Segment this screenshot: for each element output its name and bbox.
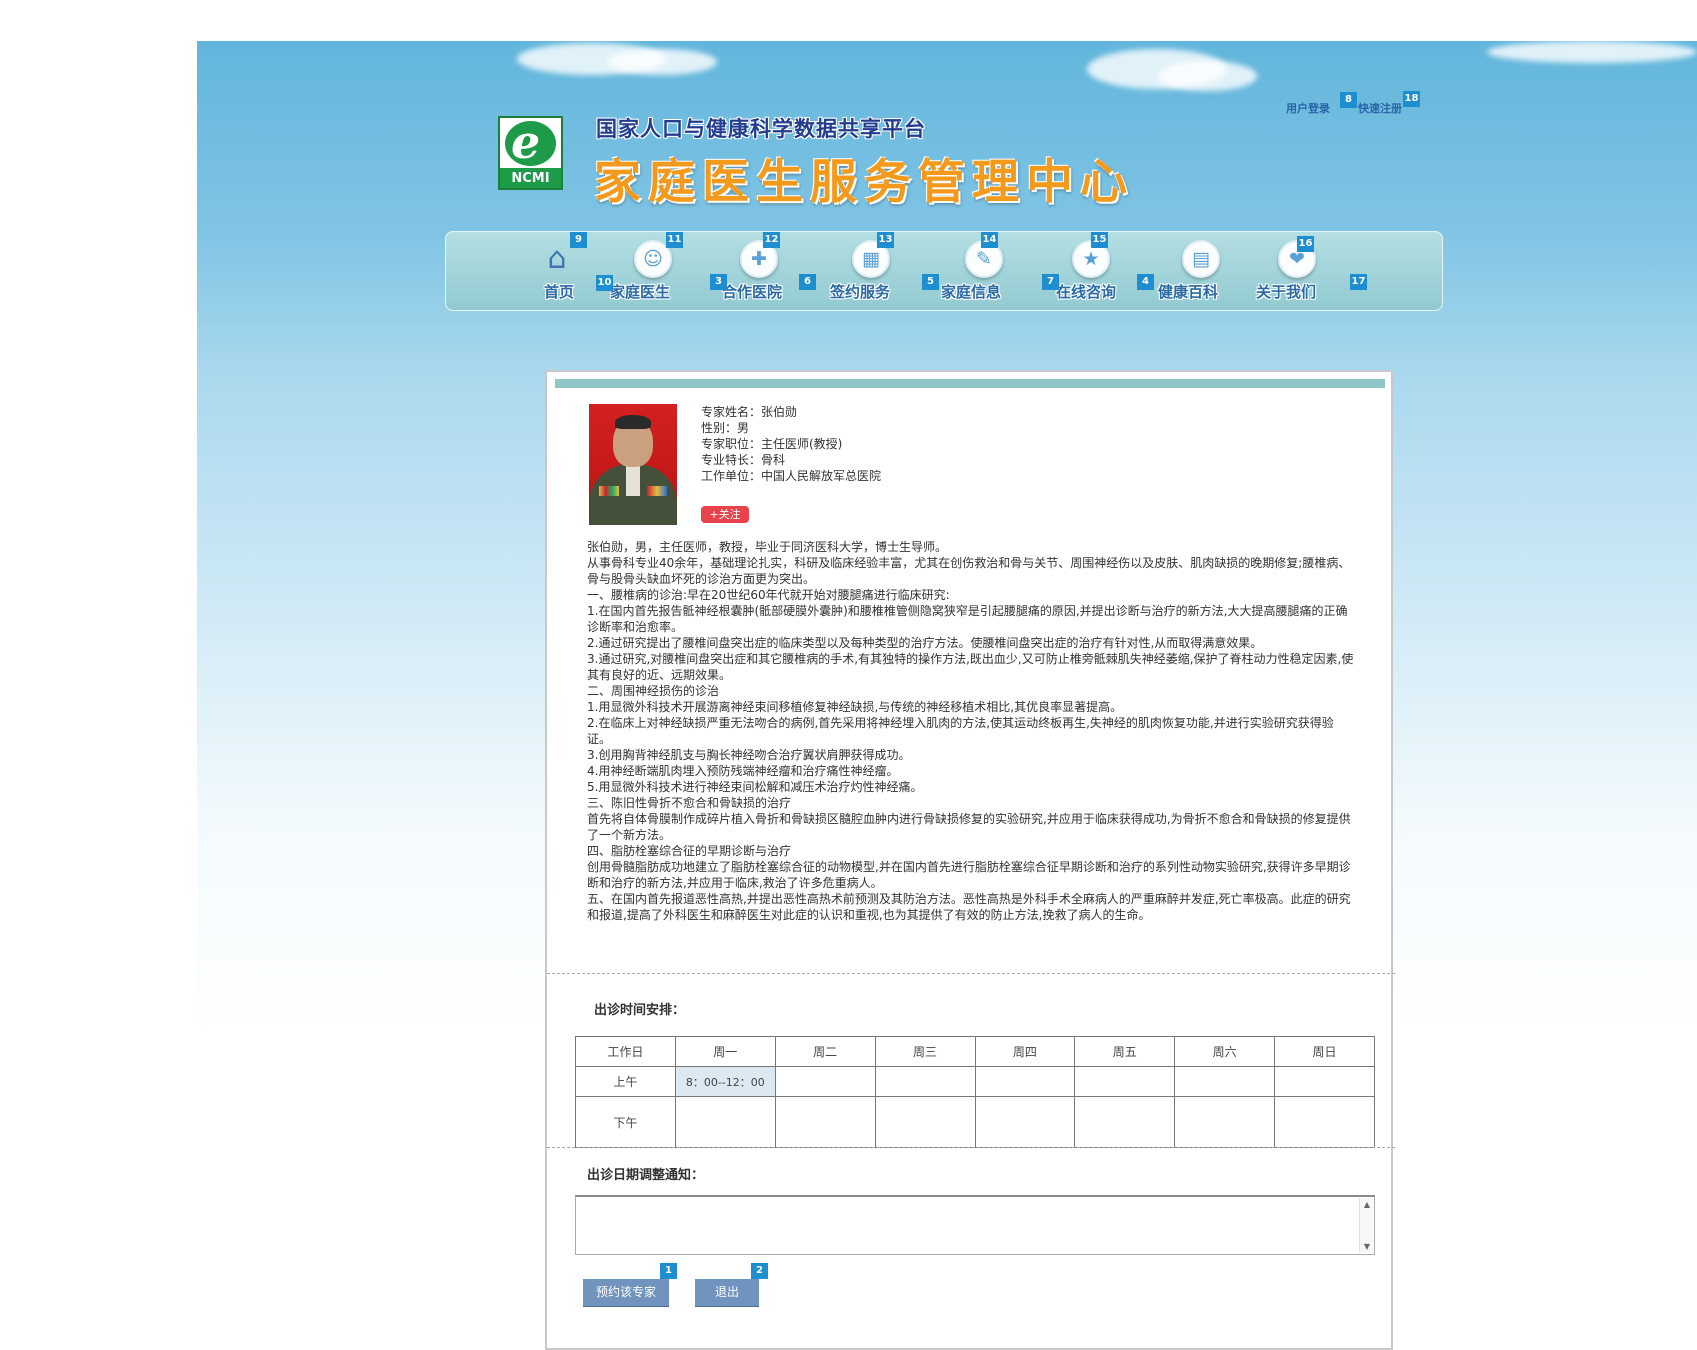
- schedule-cell: [1074, 1066, 1176, 1097]
- ncmi-logo: e NCMI: [498, 116, 563, 190]
- schedule-cell: [674, 1096, 776, 1148]
- nav-partner-hospitals[interactable]: ✚ 合作医院: [722, 232, 802, 312]
- expert-gender: 性别：男: [701, 421, 750, 435]
- notice-textarea[interactable]: ▲ ▼: [575, 1195, 1375, 1255]
- schedule-title: 出诊时间安排：: [594, 1003, 686, 1018]
- nav-label-health-wiki: 健康百科: [1158, 283, 1219, 301]
- card-top-bar: [555, 379, 1385, 388]
- schedule-cell: [1274, 1066, 1375, 1097]
- schedule-row-afternoon: 下午: [575, 1096, 1375, 1148]
- schedule-header-row: 工作日 周一 周二 周三 周四 周五 周六 周日: [575, 1036, 1375, 1067]
- main-nav: ⌂ 首页 ☺ 家庭医生 ✚ 合作医院 ▦ 签约服务 ✎ 家庭信息 ★ 在线咨询 …: [445, 231, 1443, 311]
- nav-about-us[interactable]: ❤ 关于我们: [1256, 232, 1336, 312]
- marker-10: 10: [596, 275, 613, 291]
- expert-bio: 张伯勋，男，主任医师，教授，毕业于同济医科大学，博士生导师。 从事骨科专业40余…: [587, 540, 1354, 922]
- schedule-cell: [774, 1096, 876, 1148]
- book-icon: ▤: [1182, 240, 1220, 278]
- marker-2: 2: [751, 1263, 768, 1279]
- marker-6: 6: [799, 274, 816, 290]
- header-cell: 周一: [674, 1036, 776, 1067]
- header-cell: 周三: [874, 1036, 976, 1067]
- schedule-cell: [874, 1096, 976, 1148]
- header-cell: 周日: [1274, 1036, 1375, 1067]
- section-divider: [547, 1147, 1395, 1148]
- logo-text: NCMI: [500, 168, 561, 188]
- follow-button[interactable]: +关注: [701, 506, 749, 523]
- header-cell: 周二: [774, 1036, 876, 1067]
- marker-8: 8: [1340, 92, 1357, 108]
- book-expert-button[interactable]: 预约该专家: [583, 1279, 669, 1307]
- marker-9: 9: [570, 232, 587, 248]
- marker-13: 13: [877, 232, 894, 248]
- expert-name: 专家姓名：张伯勋: [701, 405, 798, 419]
- nav-label-contract-service: 签约服务: [830, 283, 891, 301]
- schedule-cell: [774, 1066, 876, 1097]
- marker-12: 12: [763, 232, 780, 248]
- schedule-cell: [974, 1096, 1076, 1148]
- nav-label-home: 首页: [544, 283, 575, 301]
- site-subtitle: 国家人口与健康科学数据共享平台: [596, 117, 926, 141]
- header-cell: 周四: [974, 1036, 1076, 1067]
- marker-15: 15: [1091, 232, 1108, 248]
- marker-16: 16: [1297, 236, 1314, 252]
- schedule-cell: [1274, 1096, 1375, 1148]
- marker-3: 3: [710, 274, 727, 290]
- header-cell: 周六: [1174, 1036, 1276, 1067]
- schedule-cell: [1074, 1096, 1176, 1148]
- marker-18: 18: [1403, 91, 1420, 107]
- site-title: 家庭医生服务管理中心: [594, 155, 1134, 210]
- header-cell: 工作日: [575, 1036, 676, 1067]
- exit-button[interactable]: 退出: [695, 1279, 759, 1307]
- scroll-down-icon[interactable]: ▼: [1364, 1242, 1370, 1251]
- marker-11: 11: [666, 232, 683, 248]
- marker-14: 14: [981, 232, 998, 248]
- header-cell: 周五: [1074, 1036, 1176, 1067]
- scroll-up-icon[interactable]: ▲: [1364, 1200, 1370, 1209]
- notice-title: 出诊日期调整通知：: [587, 1168, 705, 1183]
- marker-5: 5: [922, 274, 939, 290]
- marker-7: 7: [1042, 274, 1059, 290]
- marker-4: 4: [1137, 274, 1154, 290]
- row-label: 下午: [575, 1096, 676, 1148]
- expert-title: 专家职位：主任医师(教授): [701, 437, 843, 451]
- schedule-cell: [974, 1066, 1076, 1097]
- schedule-row-morning: 上午 8：00--12：00: [575, 1066, 1375, 1097]
- schedule-cell: 8：00--12：00: [674, 1066, 776, 1097]
- nav-contract-service[interactable]: ▦ 签约服务: [830, 232, 910, 312]
- row-label: 上午: [575, 1066, 676, 1097]
- expert-profile: 专家姓名：张伯勋 性别：男 专家职位：主任医师(教授) 专业特长：骨科 工作单位…: [701, 404, 881, 484]
- expert-photo: [589, 404, 677, 525]
- schedule-cell: [1174, 1066, 1276, 1097]
- marker-1: 1: [660, 1263, 677, 1279]
- schedule-cell: [1174, 1096, 1276, 1148]
- quick-register-link[interactable]: 快速注册: [1358, 100, 1402, 116]
- nav-online-consult[interactable]: ★ 在线咨询: [1050, 232, 1130, 312]
- expert-unit: 工作单位：中国人民解放军总医院: [701, 469, 882, 483]
- schedule-table: 工作日 周一 周二 周三 周四 周五 周六 周日 上午 8：00--12：00: [575, 1036, 1375, 1148]
- nav-label-online-consult: 在线咨询: [1056, 283, 1117, 301]
- textarea-scrollbar[interactable]: ▲ ▼: [1359, 1198, 1373, 1253]
- nav-label-family-doctor: 家庭医生: [610, 283, 671, 301]
- nav-label-partner-hospitals: 合作医院: [722, 283, 783, 301]
- user-login-link[interactable]: 用户登录: [1286, 100, 1330, 116]
- nav-health-wiki[interactable]: ▤ 健康百科: [1158, 232, 1238, 312]
- expert-detail-card: 专家姓名：张伯勋 性别：男 专家职位：主任医师(教授) 专业特长：骨科 工作单位…: [545, 370, 1395, 1350]
- expert-specialty: 专业特长：骨科: [701, 453, 786, 467]
- marker-17: 17: [1350, 274, 1367, 290]
- nav-label-family-info: 家庭信息: [941, 283, 1002, 301]
- section-divider: [547, 973, 1395, 974]
- schedule-cell: [874, 1066, 976, 1097]
- nav-label-about-us: 关于我们: [1256, 283, 1317, 301]
